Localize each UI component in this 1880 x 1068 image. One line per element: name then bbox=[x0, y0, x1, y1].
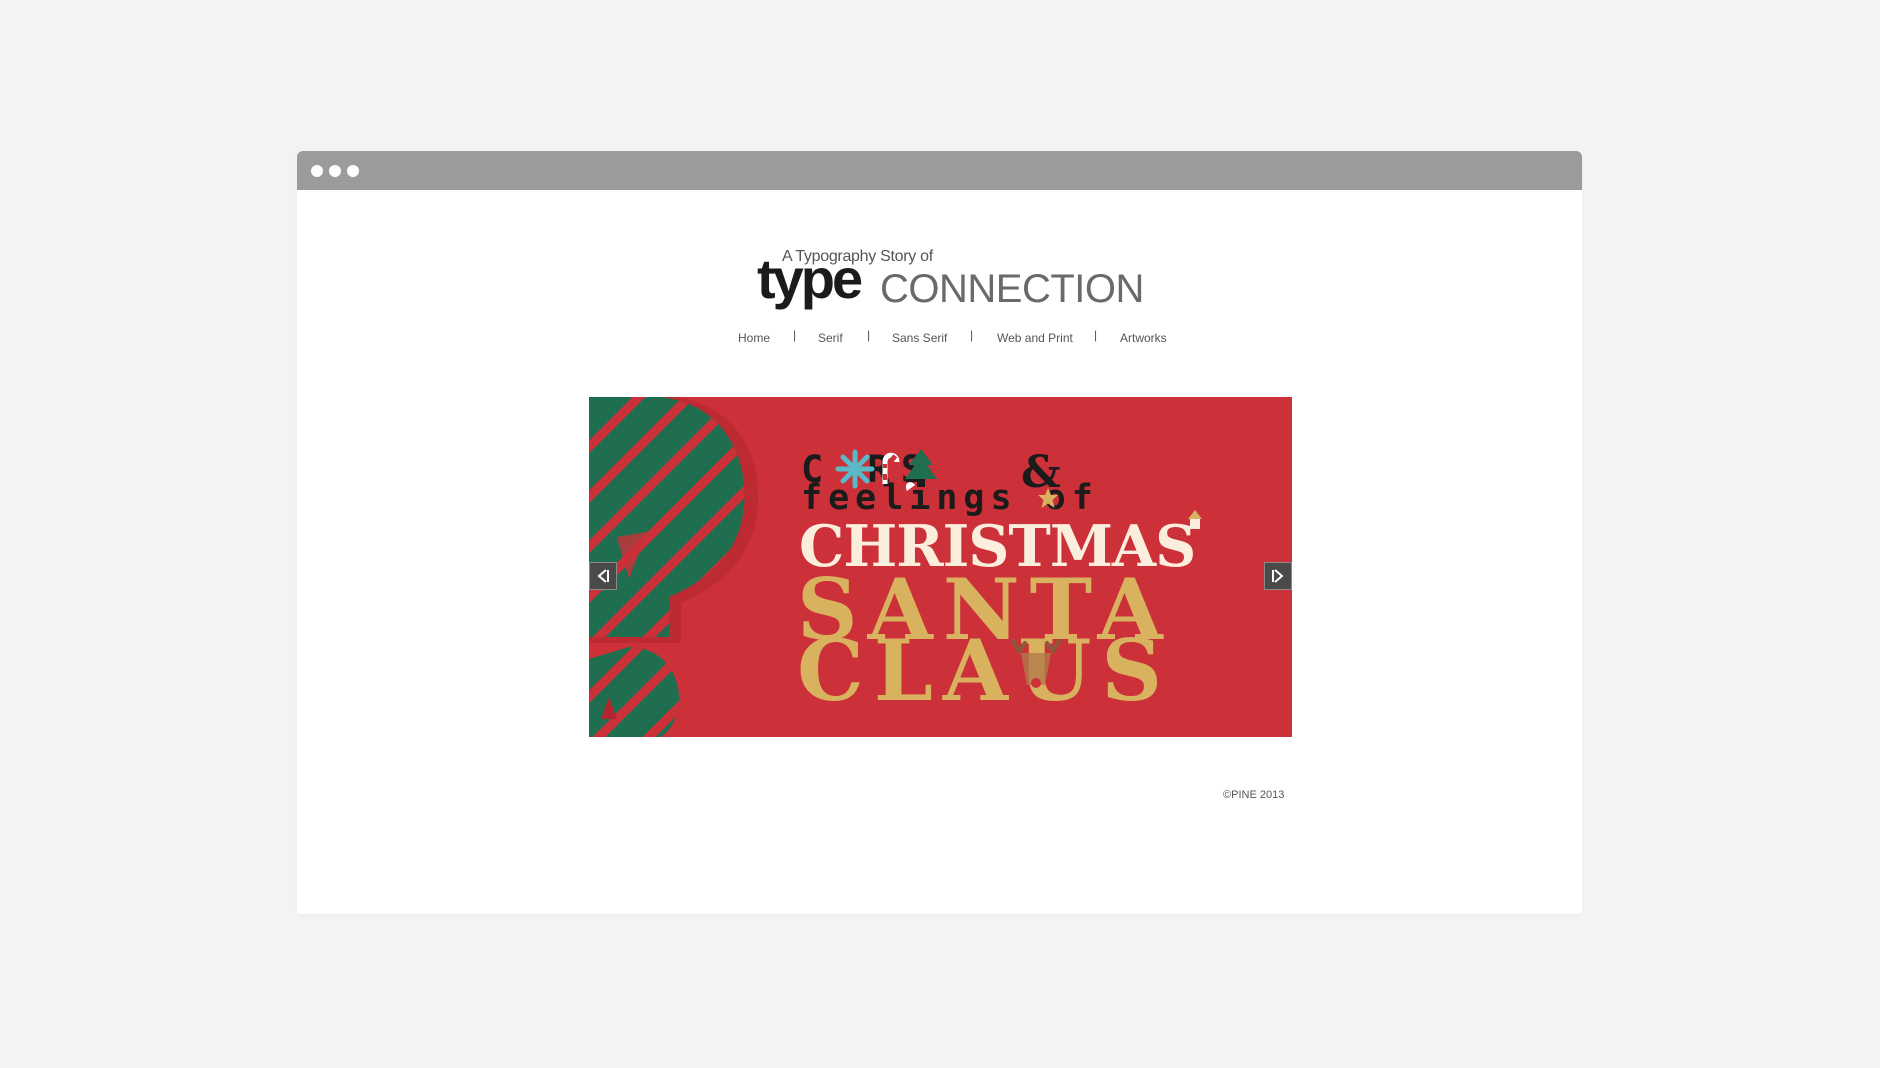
site-logo[interactable]: A Typography Story of type CONNECTION bbox=[757, 247, 1157, 317]
reindeer-icon bbox=[1011, 639, 1061, 688]
window-dot-icon bbox=[311, 165, 323, 177]
candy-cane-icon bbox=[882, 452, 900, 484]
gift-icon bbox=[1188, 510, 1202, 529]
main-nav: Home | Serif | Sans Serif | Web and Prin… bbox=[297, 328, 1582, 351]
footer-copyright: ©PINE 2013 bbox=[1223, 789, 1285, 801]
snowflake-icon bbox=[835, 449, 875, 489]
nav-item-serif[interactable]: Serif bbox=[818, 331, 843, 345]
nav-separator: | bbox=[867, 328, 871, 342]
hero-slider: C RS feelings of & CHRISTMAS SANTA CLAUS bbox=[589, 397, 1292, 737]
window-titlebar bbox=[297, 151, 1582, 190]
nav-item-artworks[interactable]: Artworks bbox=[1120, 331, 1167, 345]
slide-line-claus: CLAUS bbox=[797, 621, 1173, 720]
nav-separator: | bbox=[970, 328, 974, 342]
nav-separator: | bbox=[1094, 328, 1098, 342]
star-icon bbox=[1038, 488, 1058, 508]
window-dot-icon bbox=[329, 165, 341, 177]
nav-item-sans-serif[interactable]: Sans Serif bbox=[892, 331, 947, 345]
logo-connection-word: CONNECTION bbox=[880, 267, 1144, 311]
arrow-left-icon bbox=[597, 569, 609, 583]
slider-prev-button[interactable] bbox=[589, 562, 617, 590]
nav-separator: | bbox=[793, 328, 797, 342]
arrow-right-icon bbox=[1272, 569, 1284, 583]
christmas-tree-icon bbox=[905, 449, 937, 491]
window-dot-icon bbox=[347, 165, 359, 177]
logo-type-word: type bbox=[757, 247, 863, 310]
slider-next-button[interactable] bbox=[1264, 562, 1292, 590]
nav-item-home[interactable]: Home bbox=[738, 331, 770, 345]
nav-item-web-and-print[interactable]: Web and Print bbox=[997, 331, 1073, 345]
browser-window: A Typography Story of type CONNECTION Ho… bbox=[297, 151, 1582, 914]
